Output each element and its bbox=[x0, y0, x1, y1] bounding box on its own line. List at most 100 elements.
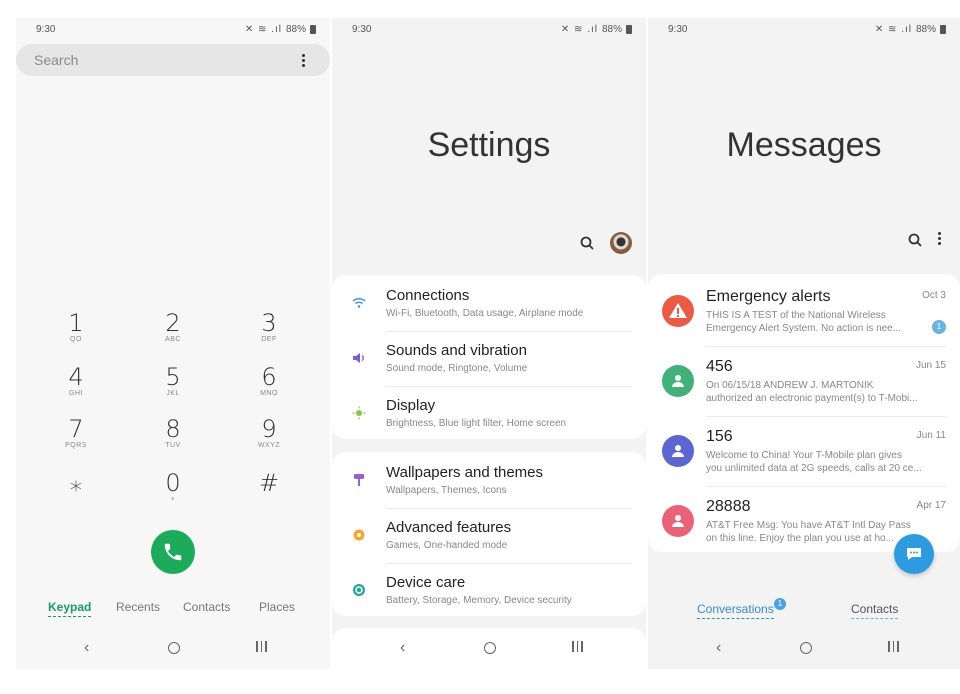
dial-key-digit: 3 bbox=[261, 309, 277, 337]
phone-icon bbox=[164, 543, 182, 561]
message-preview-line: Welcome to China! Your T-Mobile plan giv… bbox=[706, 450, 902, 461]
message-preview: THIS IS A TEST of the National Wireless E… bbox=[706, 309, 938, 335]
home-icon[interactable] bbox=[800, 642, 812, 654]
dial-key-letters: DEF bbox=[261, 336, 277, 343]
dial-key-digit: # bbox=[258, 469, 280, 497]
compose-button[interactable] bbox=[894, 534, 934, 574]
status-time: 9:30 bbox=[36, 24, 56, 35]
dial-key[interactable]: # bbox=[239, 470, 299, 496]
settings-actions bbox=[580, 232, 632, 254]
dial-key-letters: GHI bbox=[69, 390, 83, 397]
settings-item-title: Wallpapers and themes bbox=[386, 464, 544, 481]
contact-avatar bbox=[662, 435, 694, 467]
settings-app-screen: 9:30 ✕ ≋ .ıl 88% Settings Connections Wi-… bbox=[332, 18, 646, 669]
settings-item[interactable]: Connections Wi-Fi, Bluetooth, Data usage,… bbox=[332, 276, 646, 331]
dial-key[interactable]: 4 GHI bbox=[46, 364, 106, 397]
device-care-icon bbox=[352, 583, 366, 597]
search-bar[interactable]: Search bbox=[16, 44, 330, 76]
message-preview: Welcome to China! Your T-Mobile plan giv… bbox=[706, 449, 938, 475]
back-icon[interactable]: ‹ bbox=[400, 639, 405, 657]
tab-keypad[interactable]: Keypad bbox=[48, 600, 92, 617]
status-icons: ✕ ≋ .ıl bbox=[244, 24, 282, 35]
tab-recents[interactable]: Recents bbox=[116, 600, 160, 614]
dial-key[interactable]: 8 TUV bbox=[143, 416, 203, 449]
conversation-item[interactable]: 156 Jun 11 Welcome to China! Your T-Mobile… bbox=[648, 416, 960, 486]
recent-apps-icon[interactable] bbox=[256, 641, 267, 652]
status-bar: 9:30 ✕ ≋ .ıl 88% bbox=[648, 22, 960, 38]
dial-key[interactable]: 7 PQRS bbox=[46, 416, 106, 449]
back-icon[interactable]: ‹ bbox=[84, 639, 89, 657]
settings-item[interactable]: Device care Battery, Storage, Memory, Dev… bbox=[332, 563, 646, 618]
dial-key-letters: TUV bbox=[165, 442, 181, 449]
status-bar: 9:30 ✕ ≋ .ıl 88% bbox=[16, 22, 330, 38]
recent-apps-icon[interactable] bbox=[572, 641, 583, 652]
settings-item[interactable]: Wallpapers and themes Wallpapers, Themes,… bbox=[332, 453, 646, 508]
battery-icon bbox=[310, 25, 316, 34]
search-icon[interactable] bbox=[580, 236, 594, 250]
message-preview-line: AT&T Free Msg: You have AT&T Intl Day Pa… bbox=[706, 520, 911, 531]
tab-conversations[interactable]: Conversations bbox=[697, 602, 774, 619]
paintbrush-icon bbox=[352, 473, 366, 487]
settings-item[interactable]: Display Brightness, Blue light filter, Ho… bbox=[332, 386, 646, 441]
tab-contacts[interactable]: Contacts bbox=[183, 600, 230, 614]
message-preview-line: Emergency Alert System. No action is nee… bbox=[706, 323, 902, 334]
settings-item-title: Device care bbox=[386, 574, 466, 591]
dial-key[interactable]: 9 WXYZ bbox=[239, 416, 299, 449]
dial-key[interactable]: 0 + bbox=[143, 470, 203, 503]
contact-avatar bbox=[662, 295, 694, 327]
home-icon[interactable] bbox=[168, 642, 180, 654]
call-button[interactable] bbox=[151, 530, 195, 574]
conversation-name: 456 bbox=[706, 358, 733, 375]
back-icon[interactable]: ‹ bbox=[716, 639, 721, 657]
dial-key-digit: 1 bbox=[68, 309, 84, 337]
person-icon bbox=[672, 375, 684, 387]
tab-contacts[interactable]: Contacts bbox=[851, 602, 899, 619]
dial-key-letters: JKL bbox=[166, 390, 180, 397]
settings-item[interactable]: Sounds and vibration Sound mode, Ringtone… bbox=[332, 331, 646, 386]
home-icon[interactable] bbox=[484, 642, 496, 654]
dial-key[interactable]: 1 QO bbox=[46, 310, 106, 343]
conversation-name: 28888 bbox=[706, 498, 751, 515]
conversation-date: Apr 17 bbox=[916, 500, 946, 511]
dial-key-letters: WXYZ bbox=[257, 442, 281, 449]
contact-avatar bbox=[662, 365, 694, 397]
conversation-date: Oct 3 bbox=[922, 290, 946, 301]
dial-key-digit: 5 bbox=[165, 363, 181, 391]
battery-percent: 88% bbox=[601, 24, 622, 35]
navigation-bar: ‹ bbox=[16, 639, 330, 659]
recent-apps-icon[interactable] bbox=[888, 641, 899, 652]
messages-tabs: Conversations 1 Contacts bbox=[648, 598, 960, 622]
dial-key[interactable]: ⁎ bbox=[46, 470, 106, 496]
dial-key[interactable]: 2 ABC bbox=[143, 310, 203, 343]
conversation-item[interactable]: 456 Jun 15 On 06/15/18 ANDREW J. MARTONIK a… bbox=[648, 346, 960, 416]
conversation-name: Emergency alerts bbox=[706, 288, 831, 305]
messages-app-screen: 9:30 ✕ ≋ .ıl 88% Messages Emergency aler… bbox=[648, 18, 960, 669]
search-icon[interactable] bbox=[908, 233, 922, 247]
phone-app-screen: 9:30 ✕ ≋ .ıl 88% Search 1 QO 2 ABC 3 DEF 4 GHI 5… bbox=[16, 18, 330, 669]
dial-key-letters: MNO bbox=[260, 390, 278, 397]
battery-percent: 88% bbox=[915, 24, 936, 35]
battery-icon bbox=[940, 25, 946, 34]
brightness-icon bbox=[352, 406, 366, 420]
dial-key[interactable]: 3 DEF bbox=[239, 310, 299, 343]
profile-avatar[interactable] bbox=[610, 232, 632, 254]
settings-item[interactable]: Advanced features Games, One-handed mode bbox=[332, 508, 646, 563]
tab-places[interactable]: Places bbox=[259, 600, 295, 614]
conversation-item[interactable]: Emergency alerts Oct 3 THIS IS A TEST of t… bbox=[648, 276, 960, 346]
dial-key[interactable]: 6 MNO bbox=[239, 364, 299, 397]
volume-icon bbox=[352, 351, 366, 365]
message-preview-line: On 06/15/18 ANDREW J. MARTONIK bbox=[706, 380, 874, 391]
message-preview-line: you unlimited data at 2G speeds, calls a… bbox=[706, 463, 922, 474]
settings-item-subtitle: Wallpapers, Themes, Icons bbox=[386, 485, 507, 496]
dial-key-digit: 9 bbox=[261, 415, 277, 443]
status-bar: 9:30 ✕ ≋ .ıl 88% bbox=[332, 22, 646, 38]
page-title: Settings bbox=[427, 126, 551, 164]
more-options-icon[interactable] bbox=[938, 232, 942, 247]
settings-item-subtitle: Battery, Storage, Memory, Device securit… bbox=[386, 595, 572, 606]
dial-key[interactable]: 5 JKL bbox=[143, 364, 203, 397]
settings-item-subtitle: Brightness, Blue light filter, Home scre… bbox=[386, 418, 567, 429]
phone-tabs: Keypad Recents Contacts Places bbox=[16, 600, 330, 620]
conversation-name: 156 bbox=[706, 428, 733, 445]
more-options-icon[interactable] bbox=[302, 54, 306, 69]
search-placeholder: Search bbox=[34, 52, 79, 68]
